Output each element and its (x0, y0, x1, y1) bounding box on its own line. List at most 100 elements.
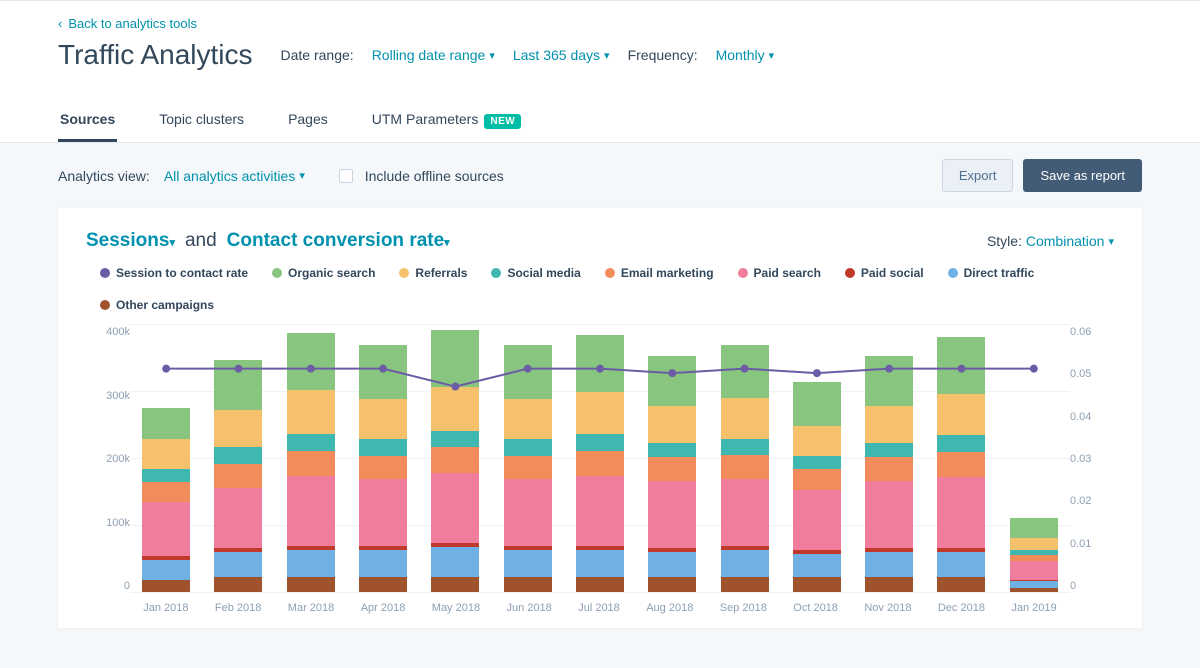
bar-segment[interactable] (214, 410, 262, 447)
bar-segment[interactable] (793, 426, 841, 456)
bar-segment[interactable] (793, 554, 841, 577)
bar-segment[interactable] (793, 469, 841, 489)
bar-segment[interactable] (865, 552, 913, 577)
bar-segment[interactable] (359, 439, 407, 456)
analytics-view-dropdown[interactable]: All analytics activities (164, 168, 305, 184)
bar-segment[interactable] (1010, 588, 1058, 592)
bar-segment[interactable] (431, 473, 479, 543)
style-dropdown[interactable]: Combination (1026, 233, 1114, 249)
bar-segment[interactable] (937, 337, 985, 394)
bar-segment[interactable] (937, 394, 985, 436)
bar-segment[interactable] (214, 552, 262, 577)
bar-segment[interactable] (648, 356, 696, 406)
bar-segment[interactable] (504, 550, 552, 577)
legend-item[interactable]: Direct traffic (948, 266, 1035, 280)
bar-segment[interactable] (504, 345, 552, 399)
bar-segment[interactable] (576, 434, 624, 451)
bar-segment[interactable] (504, 577, 552, 592)
bar-segment[interactable] (1010, 538, 1058, 550)
bar[interactable] (648, 356, 696, 592)
bar[interactable] (1010, 518, 1058, 592)
bar[interactable] (431, 330, 479, 592)
bar[interactable] (937, 337, 985, 592)
bar-segment[interactable] (504, 399, 552, 439)
bar-segment[interactable] (287, 476, 335, 546)
legend-item[interactable]: Social media (491, 266, 580, 280)
bar-segment[interactable] (721, 577, 769, 592)
bar[interactable] (142, 408, 190, 592)
period-dropdown[interactable]: Last 365 days (513, 47, 610, 63)
bar[interactable] (214, 360, 262, 592)
bar-segment[interactable] (359, 399, 407, 439)
bar-segment[interactable] (142, 502, 190, 556)
back-link[interactable]: ‹ Back to analytics tools (58, 16, 197, 31)
bar-segment[interactable] (648, 481, 696, 548)
bar-segment[interactable] (576, 392, 624, 434)
bar-segment[interactable] (1010, 561, 1058, 580)
bar-segment[interactable] (287, 434, 335, 451)
save-report-button[interactable]: Save as report (1023, 159, 1142, 192)
bar-segment[interactable] (793, 577, 841, 592)
bar-segment[interactable] (648, 443, 696, 458)
bar-segment[interactable] (1010, 581, 1058, 588)
bar-segment[interactable] (214, 464, 262, 487)
bar-segment[interactable] (142, 482, 190, 502)
metric-1-dropdown[interactable]: Sessions (86, 230, 175, 252)
bar-segment[interactable] (937, 435, 985, 452)
bar-segment[interactable] (937, 552, 985, 577)
bar-segment[interactable] (287, 577, 335, 592)
bar-segment[interactable] (793, 490, 841, 550)
export-button[interactable]: Export (942, 159, 1014, 192)
bar-segment[interactable] (1010, 518, 1058, 538)
rolling-range-dropdown[interactable]: Rolling date range (372, 47, 495, 63)
bar-segment[interactable] (721, 345, 769, 399)
bar-segment[interactable] (937, 452, 985, 477)
bar-segment[interactable] (793, 456, 841, 469)
bar-segment[interactable] (721, 550, 769, 577)
bar-segment[interactable] (648, 457, 696, 480)
bar[interactable] (359, 345, 407, 592)
bar-segment[interactable] (359, 456, 407, 479)
bar-segment[interactable] (142, 439, 190, 469)
bar-segment[interactable] (576, 550, 624, 577)
bar-segment[interactable] (359, 550, 407, 577)
legend-item[interactable]: Other campaigns (100, 298, 214, 312)
bar-segment[interactable] (937, 477, 985, 547)
bar-segment[interactable] (576, 451, 624, 476)
frequency-dropdown[interactable]: Monthly (716, 47, 775, 63)
bar-segment[interactable] (721, 398, 769, 438)
bar-segment[interactable] (721, 455, 769, 479)
bar-segment[interactable] (504, 456, 552, 479)
bar-segment[interactable] (214, 488, 262, 548)
bar-segment[interactable] (431, 447, 479, 472)
legend-item[interactable]: Organic search (272, 266, 375, 280)
bar-segment[interactable] (648, 577, 696, 592)
bar-segment[interactable] (142, 580, 190, 592)
bar-segment[interactable] (865, 406, 913, 443)
tab-sources[interactable]: Sources (58, 99, 117, 142)
bar-segment[interactable] (576, 335, 624, 392)
bar-segment[interactable] (142, 560, 190, 580)
bar-segment[interactable] (431, 431, 479, 448)
bar[interactable] (865, 356, 913, 592)
bar-segment[interactable] (721, 439, 769, 456)
bar[interactable] (793, 382, 841, 592)
legend-item[interactable]: Referrals (399, 266, 467, 280)
legend-item[interactable]: Paid search (738, 266, 821, 280)
bar[interactable] (504, 345, 552, 592)
legend-item[interactable]: Session to contact rate (100, 266, 248, 280)
bar-segment[interactable] (431, 387, 479, 431)
bar-segment[interactable] (648, 406, 696, 443)
legend-item[interactable]: Paid social (845, 266, 924, 280)
bar-segment[interactable] (576, 476, 624, 546)
bar-segment[interactable] (214, 447, 262, 464)
bar-segment[interactable] (359, 577, 407, 592)
bar-segment[interactable] (214, 360, 262, 410)
bar-segment[interactable] (359, 479, 407, 546)
bar-segment[interactable] (865, 356, 913, 406)
bar-segment[interactable] (142, 408, 190, 438)
metric-2-dropdown[interactable]: Contact conversion rate (227, 230, 450, 252)
bar-segment[interactable] (287, 333, 335, 390)
legend-item[interactable]: Email marketing (605, 266, 714, 280)
bar-segment[interactable] (431, 330, 479, 387)
